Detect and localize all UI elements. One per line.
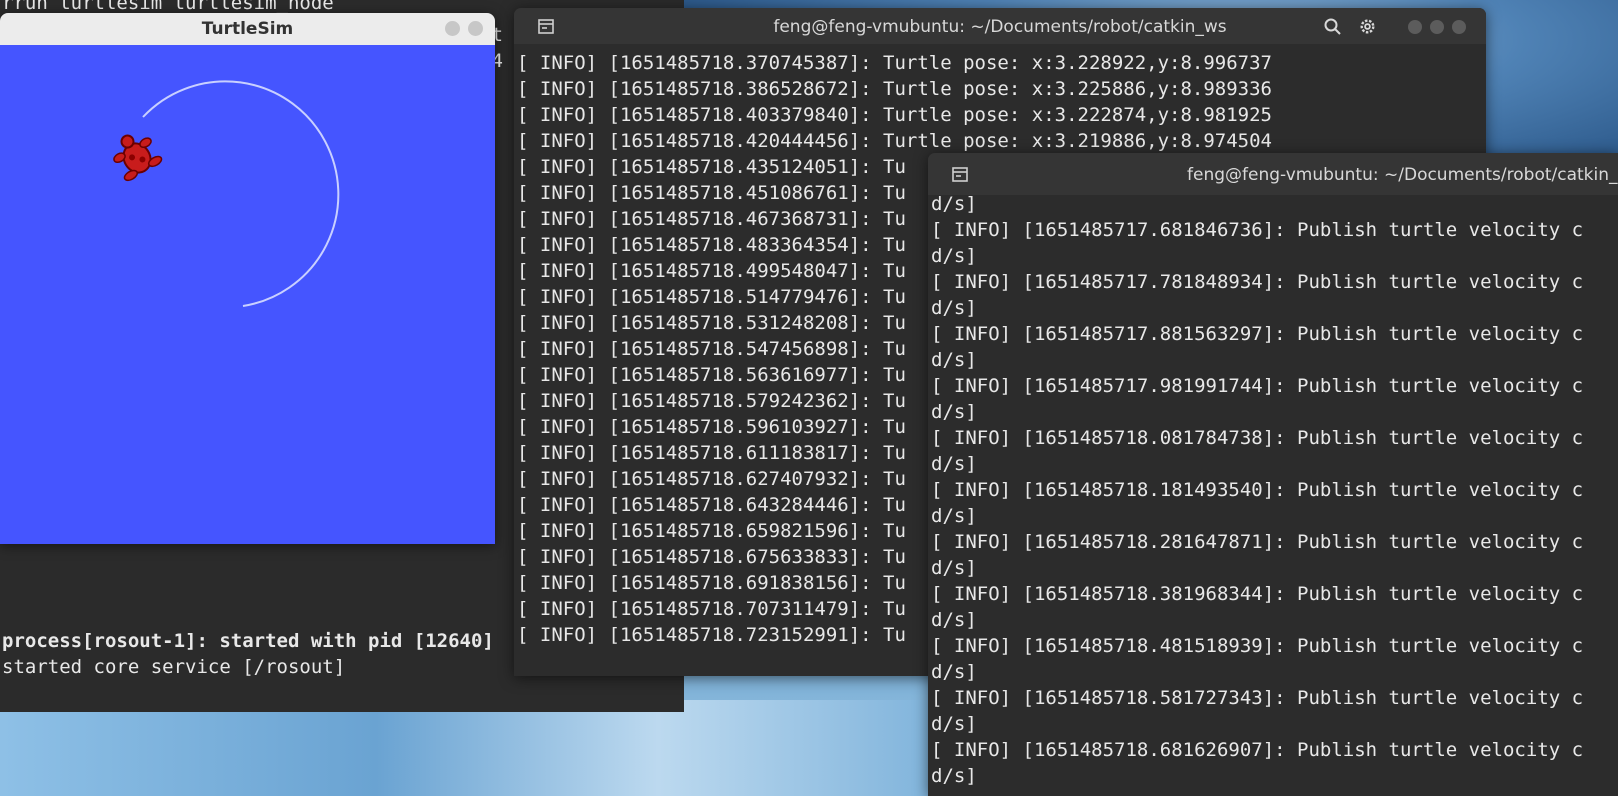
log-line: d/s] (931, 401, 977, 423)
log-line: [ INFO] [1651485718.581727343]: Publish … (931, 687, 1584, 709)
log-line: d/s] (931, 349, 977, 371)
log-line: d/s] (931, 505, 977, 527)
log-line: [ INFO] [1651485718.499548047]: Tu (517, 260, 906, 282)
velocity-terminal-titlebar[interactable]: feng@feng-vmubuntu: ~/Documents/robot/ca… (928, 153, 1618, 195)
log-line: [ INFO] [1651485718.467368731]: Tu (517, 208, 906, 230)
terminal-line: process[rosout-1]: started with pid [126… (2, 630, 494, 652)
terminal-line: started core service [/rosout] (2, 656, 346, 678)
desktop-wallpaper-bottom (0, 700, 940, 796)
gear-icon[interactable] (1359, 18, 1376, 35)
minimize-button[interactable] (1408, 20, 1422, 34)
log-line: [ INFO] [1651485718.611183817]: Tu (517, 442, 906, 464)
log-line: d/s] (931, 713, 977, 735)
log-line: [ INFO] [1651485718.370745387]: Turtle p… (517, 52, 1272, 74)
log-line: d/s] (931, 297, 977, 319)
minimize-button[interactable] (445, 21, 460, 36)
window-title: feng@feng-vmubuntu: ~/Documents/robot/ca… (1187, 165, 1618, 185)
log-line: [ INFO] [1651485718.420444456]: Turtle p… (517, 130, 1272, 152)
log-line: [ INFO] [1651485718.681626907]: Publish … (931, 739, 1584, 761)
log-line: [ INFO] [1651485718.081784738]: Publish … (931, 427, 1584, 449)
turtle-icon (113, 134, 163, 182)
log-line: d/s] (931, 245, 977, 267)
log-line: [ INFO] [1651485718.403379840]: Turtle p… (517, 104, 1272, 126)
log-line: [ INFO] [1651485717.981991744]: Publish … (931, 375, 1584, 397)
pose-terminal-titlebar[interactable]: feng@feng-vmubuntu: ~/Documents/robot/ca… (514, 8, 1486, 44)
log-line: [ INFO] [1651485718.481518939]: Publish … (931, 635, 1584, 657)
turtle-trail-canvas (113, 80, 340, 307)
log-line: d/s] (931, 453, 977, 475)
log-line: [ INFO] [1651485718.381968344]: Publish … (931, 583, 1584, 605)
turtlesim-window[interactable]: TurtleSim (0, 13, 495, 544)
log-line: [ INFO] [1651485718.563616977]: Tu (517, 364, 906, 386)
log-line: [ INFO] [1651485718.181493540]: Publish … (931, 479, 1584, 501)
log-line: [ INFO] [1651485718.659821596]: Tu (517, 520, 906, 542)
log-line: [ INFO] [1651485718.675633833]: Tu (517, 546, 906, 568)
log-line: [ INFO] [1651485718.483364354]: Tu (517, 234, 906, 256)
log-line: [ INFO] [1651485718.596103927]: Tu (517, 416, 906, 438)
turtle-trail (142, 80, 340, 307)
turtlesim-titlebar[interactable]: TurtleSim (0, 13, 495, 45)
log-line: [ INFO] [1651485718.627407932]: Tu (517, 468, 906, 490)
terminal-menu-icon[interactable] (952, 167, 968, 182)
maximize-button[interactable] (1430, 20, 1444, 34)
log-line: d/s] (931, 765, 977, 787)
window-title: TurtleSim (201, 19, 294, 39)
velocity-terminal-window[interactable]: feng@feng-vmubuntu: ~/Documents/robot/ca… (928, 153, 1618, 796)
log-line: d/s] (931, 609, 977, 631)
log-line: [ INFO] [1651485718.514779476]: Tu (517, 286, 906, 308)
log-line: [ INFO] [1651485718.531248208]: Tu (517, 312, 906, 334)
log-line: [ INFO] [1651485718.579242362]: Tu (517, 390, 906, 412)
log-line: [ INFO] [1651485718.451086761]: Tu (517, 182, 906, 204)
log-line: [ INFO] [1651485718.547456898]: Tu (517, 338, 906, 360)
terminal-line: rrun turtlesim turtlesim_node (2, 0, 334, 14)
close-button[interactable] (468, 21, 483, 36)
log-line: [ INFO] [1651485718.707311479]: Tu (517, 598, 906, 620)
log-line: [ INFO] [1651485718.643284446]: Tu (517, 494, 906, 516)
log-line: [ INFO] [1651485717.881563297]: Publish … (931, 323, 1584, 345)
log-line: d/s] (931, 193, 977, 215)
log-line: d/s] (931, 661, 977, 683)
close-button[interactable] (1452, 20, 1466, 34)
log-line: [ INFO] [1651485718.723152991]: Tu (517, 624, 906, 646)
search-icon[interactable] (1324, 18, 1341, 35)
log-line: [ INFO] [1651485718.386528672]: Turtle p… (517, 78, 1272, 100)
log-line: d/s] (931, 557, 977, 579)
log-line: [ INFO] [1651485718.281647871]: Publish … (931, 531, 1584, 553)
log-line: [ INFO] [1651485718.691838156]: Tu (517, 572, 906, 594)
log-line: [ INFO] [1651485717.781848934]: Publish … (931, 271, 1584, 293)
log-line: [ INFO] [1651485717.681846736]: Publish … (931, 219, 1584, 241)
turtlesim-canvas (0, 45, 495, 544)
log-line: [ INFO] [1651485718.435124051]: Tu (517, 156, 906, 178)
